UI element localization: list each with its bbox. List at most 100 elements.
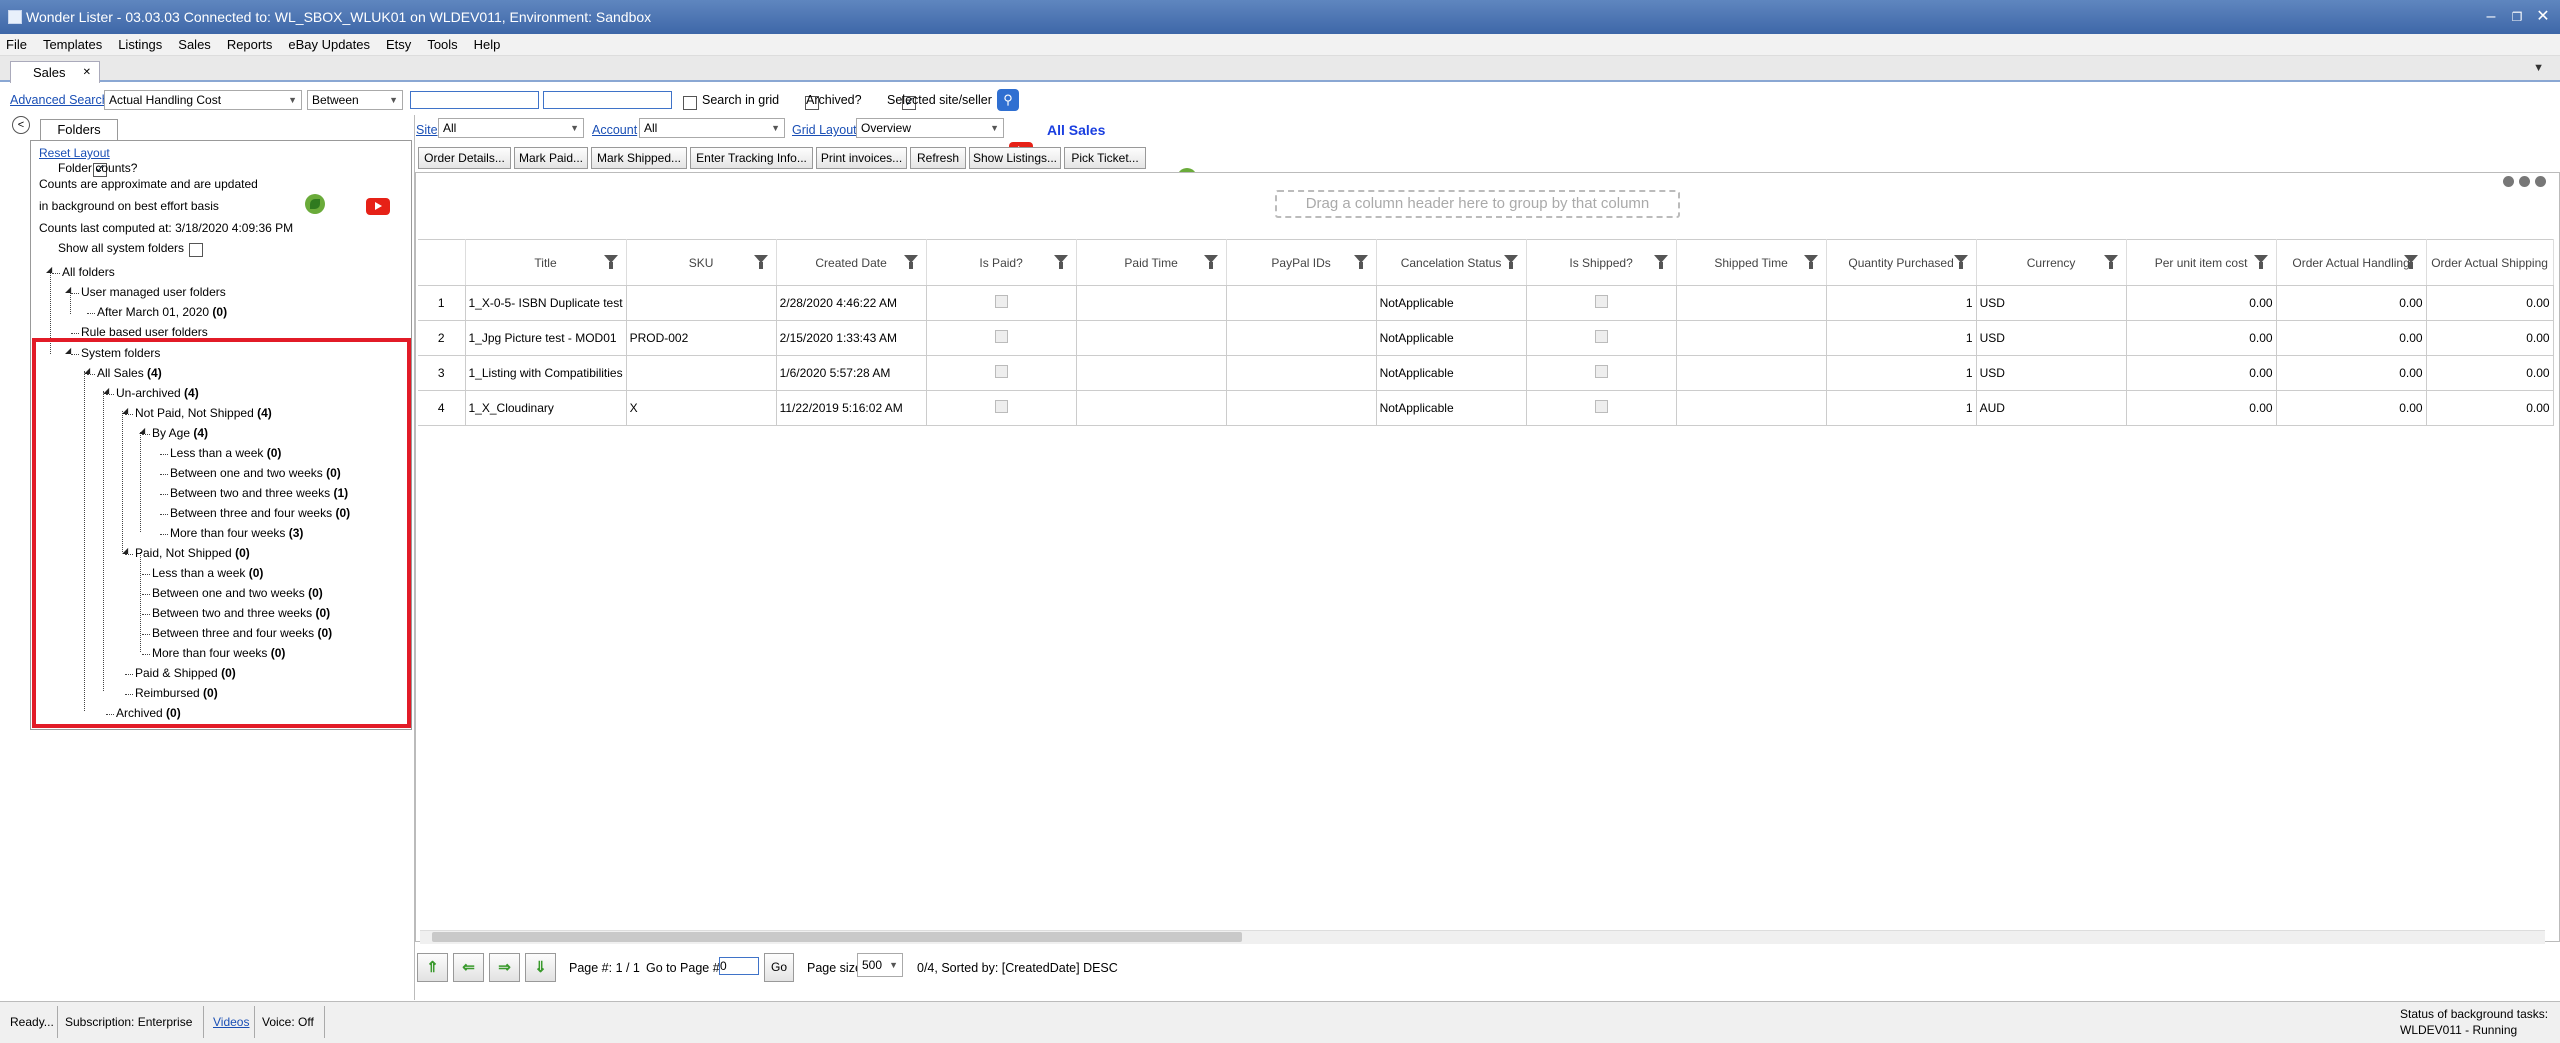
menu-sales[interactable]: Sales <box>178 37 211 52</box>
grid-layout-link[interactable]: Grid Layout <box>792 123 857 137</box>
grid-cell[interactable] <box>1526 285 1677 321</box>
grid-cell[interactable]: 1 <box>1826 355 1977 391</box>
tree-node[interactable]: After March 01, 2020 (0) <box>97 305 227 319</box>
grid-cell[interactable]: 1/6/2020 5:57:28 AM <box>776 355 927 391</box>
column-header[interactable]: Is Paid? <box>926 239 1077 286</box>
grid-cell[interactable] <box>1076 355 1227 391</box>
minimize-button[interactable]: – <box>2480 7 2502 27</box>
mark-shipped-button[interactable]: Mark Shipped... <box>591 147 687 169</box>
table-row[interactable]: 4 1_X_Cloudinary X 11/22/2019 5:16:02 AM Not… <box>418 390 2554 426</box>
grid-cell[interactable]: 0.00 <box>2276 355 2427 391</box>
next-page-button[interactable]: ⇒ <box>489 953 520 982</box>
account-link[interactable]: Account <box>592 123 637 137</box>
grid-cell[interactable]: 0.00 <box>2276 285 2427 321</box>
column-header[interactable]: SKU <box>626 239 777 286</box>
tab-sales[interactable]: Sales ✕ <box>10 61 100 83</box>
menu-file[interactable]: File <box>6 37 27 52</box>
filter-icon[interactable] <box>2253 255 2268 269</box>
search-value-from-input[interactable] <box>410 91 539 109</box>
column-header[interactable]: Title <box>465 239 627 286</box>
videos-link[interactable]: Videos <box>213 1015 249 1029</box>
go-button[interactable]: Go <box>764 953 794 982</box>
grid-cell[interactable]: USD <box>1976 285 2127 321</box>
filter-icon[interactable] <box>1953 255 1968 269</box>
grid-cell[interactable] <box>1526 355 1677 391</box>
grid-cell[interactable] <box>1676 285 1827 321</box>
grid-cell[interactable]: 3 <box>418 355 466 391</box>
grid-cell[interactable]: NotApplicable <box>1376 390 1527 426</box>
grid-cell[interactable] <box>1526 320 1677 356</box>
column-header[interactable]: Cancelation Status <box>1376 239 1527 286</box>
grid-cell[interactable] <box>1076 285 1227 321</box>
grid-cell[interactable]: 0.00 <box>2276 320 2427 356</box>
grid-cell[interactable]: 1_X_Cloudinary <box>465 390 627 426</box>
last-page-button[interactable]: ⇓ <box>525 953 556 982</box>
collapse-panel-icon[interactable]: < <box>12 116 30 134</box>
grid-cell[interactable] <box>926 355 1077 391</box>
grid-layout-select[interactable]: Overview ▼ <box>856 118 1004 138</box>
column-header[interactable]: Is Shipped? <box>1526 239 1677 286</box>
menu-etsy[interactable]: Etsy <box>386 37 411 52</box>
grid-cell[interactable] <box>1676 320 1827 356</box>
previous-page-button[interactable]: ⇐ <box>453 953 484 982</box>
filter-icon[interactable] <box>753 255 768 269</box>
filter-icon[interactable] <box>1653 255 1668 269</box>
filter-icon[interactable] <box>2103 255 2118 269</box>
menu-reports[interactable]: Reports <box>227 37 273 52</box>
column-header[interactable]: Paid Time <box>1076 239 1227 286</box>
column-header[interactable]: Shipped Time <box>1676 239 1827 286</box>
column-header[interactable]: Order Actual Handling <box>2276 239 2427 286</box>
account-select[interactable]: All ▼ <box>639 118 785 138</box>
refresh-button[interactable]: Refresh <box>910 147 966 169</box>
grid-cell[interactable]: USD <box>1976 355 2127 391</box>
pick-ticket-button[interactable]: Pick Ticket... <box>1064 147 1146 169</box>
search-operator-select[interactable]: Between ▼ <box>307 90 403 110</box>
filter-icon[interactable] <box>1203 255 1218 269</box>
grid-cell[interactable]: 0.00 <box>2126 285 2277 321</box>
print-invoices-button[interactable]: Print invoices... <box>816 147 907 169</box>
menu-tools[interactable]: Tools <box>427 37 457 52</box>
search-value-to-input[interactable] <box>543 91 672 109</box>
grid-cell[interactable] <box>1076 320 1227 356</box>
grid-cell[interactable]: 0.00 <box>2426 355 2554 391</box>
grid-cell[interactable] <box>1226 390 1377 426</box>
tab-close-icon[interactable]: ✕ <box>83 67 91 78</box>
grid-cell[interactable]: 0.00 <box>2426 390 2554 426</box>
grid-cell[interactable]: 1 <box>1826 285 1977 321</box>
page-size-select[interactable]: 500 ▼ <box>857 953 903 977</box>
site-select[interactable]: All ▼ <box>438 118 584 138</box>
tree-node[interactable]: User managed user folders <box>81 285 226 299</box>
table-row[interactable]: 2 1_Jpg Picture test - MOD01 PROD-002 2/15/… <box>418 320 2554 356</box>
grid-cell[interactable] <box>1076 390 1227 426</box>
grid-cell[interactable]: 0.00 <box>2126 390 2277 426</box>
grid-cell[interactable]: AUD <box>1976 390 2127 426</box>
grid-cell[interactable]: 0.00 <box>2426 320 2554 356</box>
filter-icon[interactable] <box>1503 255 1518 269</box>
grid-cell[interactable] <box>926 320 1077 356</box>
refresh-counts-icon[interactable] <box>304 194 325 214</box>
grid-cell[interactable]: NotApplicable <box>1376 320 1527 356</box>
grid-cell[interactable] <box>626 355 777 391</box>
menu-listings[interactable]: Listings <box>118 37 162 52</box>
grid-cell[interactable]: 2/15/2020 1:33:43 AM <box>776 320 927 356</box>
grid-cell[interactable]: 1_Jpg Picture test - MOD01 <box>465 320 627 356</box>
grid-cell[interactable] <box>1526 390 1677 426</box>
tab-folders[interactable]: Folders <box>40 119 118 140</box>
grid-cell[interactable] <box>926 390 1077 426</box>
close-window-button[interactable]: ✕ <box>2532 7 2554 27</box>
site-link[interactable]: Site <box>416 123 438 137</box>
show-all-system-folders-checkbox[interactable] <box>189 243 204 257</box>
grid-cell[interactable]: 0.00 <box>2426 285 2554 321</box>
grid-cell[interactable]: 2/28/2020 4:46:22 AM <box>776 285 927 321</box>
order-details-button[interactable]: Order Details... <box>418 147 511 169</box>
grid-cell[interactable]: X <box>626 390 777 426</box>
grid-cell[interactable] <box>1226 320 1377 356</box>
column-header[interactable]: Order Actual Shipping <box>2426 239 2554 286</box>
grid-cell[interactable] <box>1226 355 1377 391</box>
menu-ebay-updates[interactable]: eBay Updates <box>288 37 370 52</box>
grid-cell[interactable]: 1_Listing with Compatibilities <box>465 355 627 391</box>
grid-cell[interactable]: USD <box>1976 320 2127 356</box>
more-options-icon[interactable] <box>2503 176 2514 187</box>
column-header[interactable]: Quantity Purchased <box>1826 239 1977 286</box>
advanced-search-link[interactable]: Advanced Search <box>10 93 109 107</box>
